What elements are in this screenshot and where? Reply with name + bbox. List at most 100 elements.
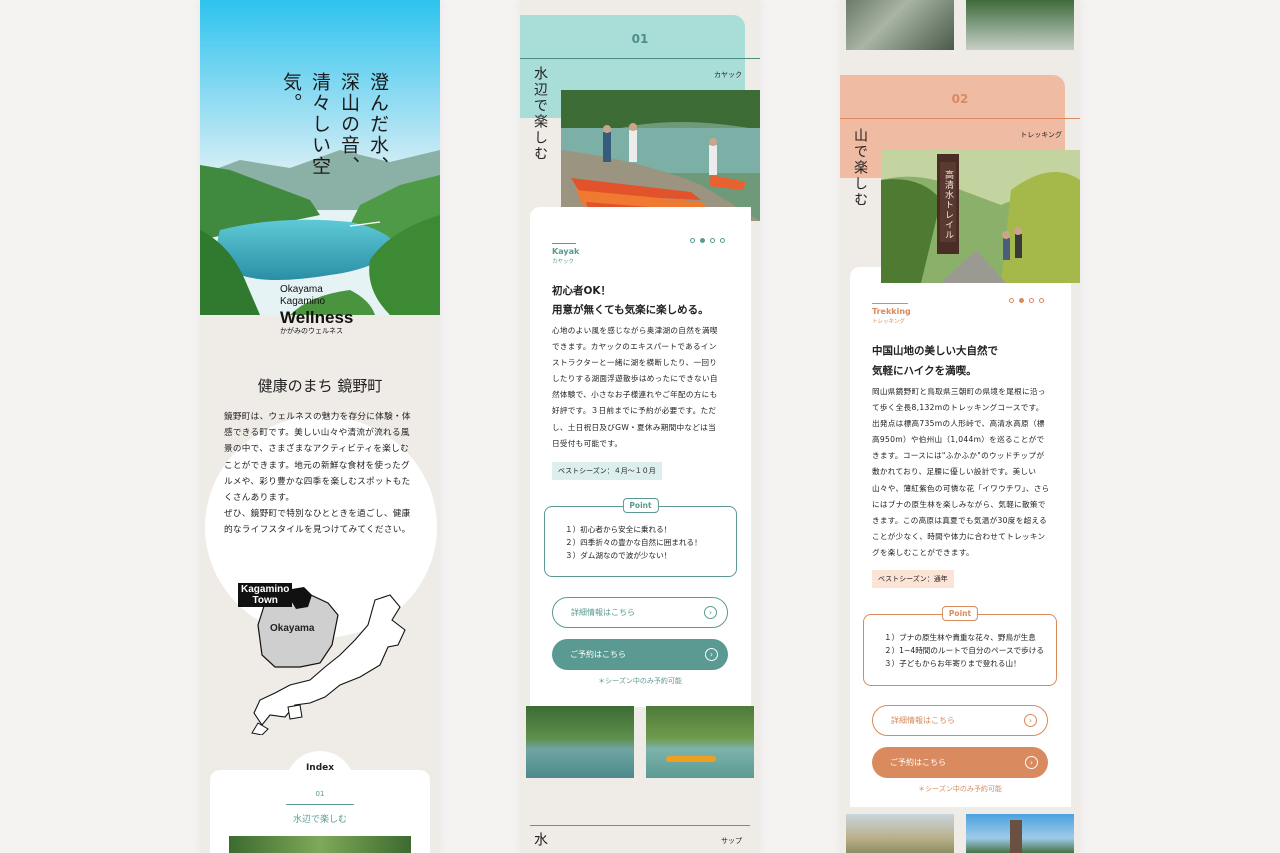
header-divider: [840, 118, 1080, 119]
trekking-thumb-top-1: [846, 0, 954, 50]
point-label: Point: [622, 498, 659, 513]
tag-en: Kayak: [552, 247, 580, 256]
point-item: １）ブナの原生林や貴重な花々、野鳥が生息: [884, 633, 1036, 642]
trekking-thumb-1: [846, 814, 954, 853]
section-vertical-title: 山で楽しむ: [852, 128, 868, 208]
section-number: 01: [631, 32, 649, 46]
reservation-note: ＊シーズン中のみ予約可能: [918, 785, 1002, 793]
logo-line: Kagamino: [280, 296, 326, 307]
section-number: 02: [951, 92, 969, 106]
activity-tag: Trekking トレッキング: [872, 307, 911, 327]
prefecture-label: Okayama: [270, 623, 315, 634]
carousel-dot[interactable]: [710, 238, 715, 243]
carousel-dot[interactable]: [1039, 298, 1044, 303]
activity-tag: Kayak カヤック: [552, 247, 579, 267]
kayak-thumb-2: [646, 706, 754, 778]
carousel-dots[interactable]: [690, 228, 730, 247]
trail-sign-text: 高清水トレイル: [943, 170, 953, 240]
wellness-logo: Okayama Kagamino Wellness かがみのウェルネス: [280, 284, 353, 336]
section-category: カヤック: [714, 71, 742, 79]
section-category: トレッキング: [1020, 131, 1062, 139]
hero-copy-line: 澄んだ水、: [367, 72, 389, 177]
point-item: ２）四季折々の豊かな自然に囲まれる！: [565, 538, 702, 547]
intro-paragraph: 鏡野町は、ウェルネスの魅力を存分に体験・体感できる町です。美しい山々や清流が流れ…: [224, 409, 416, 539]
point-label: Point: [941, 606, 979, 621]
detail-button-label: 詳細情報はこちら: [891, 716, 955, 725]
index-link[interactable]: 水辺で楽しむ: [200, 812, 440, 825]
activity-headline: 中国山地の美しい大自然で 気軽にハイクを満喫。: [872, 341, 1062, 381]
reservation-note: ＊シーズン中のみ予約可能: [598, 677, 682, 685]
activity-body: 心地のよい風を感じながら奥津湖の自然を満喫できます。カヤックのエキスパートである…: [552, 326, 718, 448]
activity-body: 岡山県鏡野町と鳥取県三朝町の県境を尾根に沿って歩く全長8,132mのトレッキング…: [872, 387, 1050, 557]
next-category: サップ: [721, 837, 742, 845]
carousel-dot[interactable]: [1009, 298, 1014, 303]
japan-map: [240, 585, 420, 736]
arrow-right-icon: ›: [1024, 713, 1037, 727]
point-box: Point １）初心者から安全に乗れる！ ２）四季折々の豊かな自然に囲まれる！ …: [544, 498, 737, 577]
logo-line: Okayama: [280, 284, 323, 295]
kayak-thumb-1: [526, 706, 634, 778]
town-label: Kagamino Town: [238, 583, 293, 607]
arrow-right-icon: ›: [704, 605, 717, 619]
reserve-button[interactable]: ご予約はこちら ›: [872, 747, 1048, 778]
point-item: １）初心者から安全に乗れる！: [565, 525, 672, 534]
hero-copy-line: 深山の音、: [338, 72, 360, 177]
tag-divider: [872, 303, 908, 304]
town-label-line: Kagamino: [241, 584, 290, 595]
next-divider: [530, 825, 750, 826]
season-badge: ベストシーズン：通年: [872, 570, 954, 588]
arrow-right-icon: ›: [705, 647, 718, 661]
logo-wellness: Wellness: [280, 308, 354, 327]
detail-button[interactable]: 詳細情報はこちら ›: [552, 597, 728, 628]
header-divider: [520, 58, 760, 59]
intro-text: ぜひ、鏡野町で特別なひとときを過ごし、健康的なライフスタイルを見つけてみてくださ…: [224, 509, 411, 536]
panel-intro: 澄んだ水、 深山の音、 清々しい空気。 Okayama Kagamino Wel…: [200, 0, 440, 853]
carousel-dot[interactable]: [720, 238, 725, 243]
reserve-button-label: ご予約はこちら: [570, 650, 626, 659]
kayak-photo: [561, 90, 760, 221]
carousel-dot[interactable]: [1019, 298, 1024, 303]
headline-line: 初心者OK！: [552, 285, 612, 297]
carousel-dot[interactable]: [1029, 298, 1034, 303]
hero-copy-line: 清々しい空気。: [280, 72, 331, 177]
point-box: Point １）ブナの原生林や貴重な花々、野鳥が生息 ２）1~4時間のルートで自…: [863, 606, 1057, 686]
point-item: ３）子どもからお年寄りまで登れる山！: [884, 659, 1021, 668]
town-label-line: Town: [252, 595, 278, 606]
trekking-thumb-top-2: [966, 0, 1074, 50]
arrow-right-icon: ›: [1025, 755, 1038, 769]
reserve-button-label: ご予約はこちら: [890, 758, 946, 767]
detail-button-label: 詳細情報はこちら: [571, 608, 635, 617]
index-title: Index: [305, 763, 335, 773]
next-vertical-title: 水: [532, 832, 548, 846]
carousel-dot[interactable]: [690, 238, 695, 243]
logo-kana: かがみのウェルネス: [280, 328, 343, 335]
tag-divider: [552, 243, 576, 244]
index-num: 01: [315, 790, 325, 798]
kayak-shape: [666, 756, 716, 762]
section-heading: 健康のまち 鏡野町: [257, 377, 383, 395]
trail-sign-photo: 高清水トレイル: [881, 150, 1080, 283]
trekking-thumb-2: [966, 814, 1074, 853]
section-vertical-title: 水辺で楽しむ: [532, 66, 548, 162]
point-item: ３）ダム湖なので波が少ない！: [565, 551, 672, 560]
index-thumbnail: [229, 836, 411, 853]
tag-jp: トレッキング: [872, 319, 905, 325]
carousel-dot[interactable]: [700, 238, 705, 243]
reserve-button[interactable]: ご予約はこちら ›: [552, 639, 728, 670]
point-item: ２）1~4時間のルートで自分のペースで歩ける: [884, 646, 1044, 655]
detail-button[interactable]: 詳細情報はこちら ›: [872, 705, 1048, 736]
hero-copy: 澄んだ水、 深山の音、 清々しい空気。: [276, 72, 392, 212]
season-badge: ベストシーズン：４月〜１０月: [552, 462, 662, 480]
tag-jp: カヤック: [552, 259, 575, 265]
headline-line: 中国山地の美しい大自然で: [872, 345, 998, 357]
index-divider: [286, 804, 354, 805]
tower-shape: [1010, 820, 1022, 853]
headline-line: 用意が無くても気楽に楽しめる。: [552, 304, 709, 316]
panel-kayak: 01 カヤック 水辺で楽しむ Kayak カヤック 初心者OK！ 用意が無くても…: [520, 0, 760, 853]
headline-line: 気軽にハイクを満喫。: [872, 365, 977, 377]
intro-text: 鏡野町は、ウェルネスの魅力を存分に体験・体感できる町です。美しい山々や清流が流れ…: [224, 412, 411, 504]
tag-en: Trekking: [872, 307, 911, 316]
panel-trekking: 02 トレッキング 山で楽しむ 高清水トレイル Trekking トレッキング …: [840, 0, 1080, 853]
activity-headline: 初心者OK！ 用意が無くても気楽に楽しめる。: [552, 282, 742, 320]
carousel-dots[interactable]: [1009, 288, 1049, 307]
